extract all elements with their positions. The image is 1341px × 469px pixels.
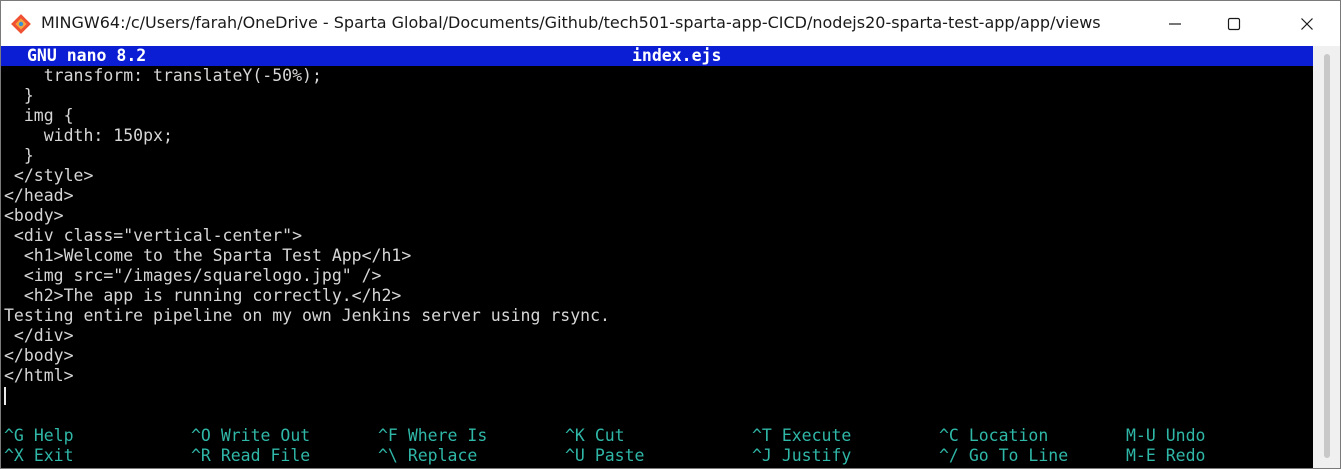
- shortcut-label: Help: [33, 426, 74, 445]
- shortcut-key: M-E: [1126, 446, 1156, 465]
- shortcut-justify[interactable]: ^J Justify: [752, 446, 851, 466]
- editor-line[interactable]: <div class="vertical-center">: [4, 226, 1304, 246]
- editor-line[interactable]: <h1>Welcome to the Sparta Test App</h1>: [4, 246, 1304, 266]
- shortcut-label: Replace: [407, 446, 478, 465]
- shortcut-label: Exit: [33, 446, 74, 465]
- git-bash-icon: [11, 14, 31, 34]
- editor-line[interactable]: transform: translateY(-50%);: [4, 66, 1304, 86]
- shortcut-execute[interactable]: ^T Execute: [752, 426, 851, 446]
- nano-filename: index.ejs: [632, 46, 722, 65]
- shortcut-key: ^R: [191, 446, 211, 465]
- shortcut-key: ^C: [939, 426, 959, 445]
- terminal-area[interactable]: GNU nano 8.2 index.ejs transform: transl…: [1, 46, 1313, 468]
- shortcut-exit[interactable]: ^X Exit: [4, 446, 74, 466]
- vertical-scrollbar[interactable]: [1313, 46, 1340, 468]
- minimize-icon: [1169, 22, 1181, 25]
- shortcut-key: ^K: [565, 426, 585, 445]
- maximize-button[interactable]: [1208, 1, 1260, 46]
- shortcut-label: Redo: [1165, 446, 1206, 465]
- shortcut-replace[interactable]: ^\ Replace: [378, 446, 477, 466]
- shortcut-help[interactable]: ^G Help: [4, 426, 74, 446]
- shortcut-write-out[interactable]: ^O Write Out: [191, 426, 310, 446]
- shortcut-read-file[interactable]: ^R Read File: [191, 446, 310, 466]
- shortcut-key: M-U: [1126, 426, 1156, 445]
- shortcut-key: ^G: [4, 426, 24, 445]
- shortcut-go-to-line[interactable]: ^/ Go To Line: [939, 446, 1068, 466]
- editor-line[interactable]: </html>: [4, 366, 1304, 386]
- editor-line[interactable]: Testing entire pipeline on my own Jenkin…: [4, 306, 1304, 326]
- shortcut-key: ^F: [378, 426, 398, 445]
- close-icon: [1301, 17, 1313, 30]
- editor-line[interactable]: </body>: [4, 346, 1304, 366]
- editor-line[interactable]: img {: [4, 106, 1304, 126]
- close-button[interactable]: [1281, 1, 1333, 46]
- scrollbar-thumb[interactable]: [1324, 54, 1330, 458]
- text-cursor: [4, 387, 6, 405]
- shortcut-label: Read File: [220, 446, 311, 465]
- maximize-icon: [1227, 17, 1241, 30]
- shortcut-key: ^X: [4, 446, 24, 465]
- shortcut-label: Location: [968, 426, 1049, 445]
- editor-line[interactable]: }: [4, 146, 1304, 166]
- window-title: MINGW64:/c/Users/farah/OneDrive - Sparta…: [41, 13, 1101, 32]
- shortcut-cut[interactable]: ^K Cut: [565, 426, 625, 446]
- shortcut-redo[interactable]: M-E Redo: [1126, 446, 1206, 466]
- title-bar[interactable]: MINGW64:/c/Users/farah/OneDrive - Sparta…: [1, 1, 1340, 46]
- shortcut-label: Write Out: [220, 426, 311, 445]
- minimize-button[interactable]: [1149, 1, 1201, 46]
- nano-header-bar: GNU nano 8.2 index.ejs: [1, 46, 1313, 66]
- shortcut-where-is[interactable]: ^F Where Is: [378, 426, 487, 446]
- shortcut-key: ^U: [565, 446, 585, 465]
- shortcut-key: ^T: [752, 426, 772, 445]
- shortcut-label: Execute: [781, 426, 852, 445]
- editor-line[interactable]: <h2>The app is running correctly.</h2>: [4, 286, 1304, 306]
- shortcut-key: ^/: [939, 446, 959, 465]
- shortcut-label: Where Is: [407, 426, 488, 445]
- shortcut-key: ^O: [191, 426, 211, 445]
- editor-line[interactable]: </style>: [4, 166, 1304, 186]
- shortcut-key: ^J: [752, 446, 772, 465]
- shortcut-key: ^\: [378, 446, 398, 465]
- shortcut-label: Cut: [594, 426, 625, 445]
- editor-line[interactable]: </div>: [4, 326, 1304, 346]
- editor-line[interactable]: <img src="/images/squarelogo.jpg" />: [4, 266, 1304, 286]
- editor-line[interactable]: width: 150px;: [4, 126, 1304, 146]
- nano-shortcut-bar: ^G Help ^O Write Out ^F Where Is ^K Cut …: [1, 426, 1313, 466]
- editor-buffer[interactable]: transform: translateY(-50%); } img { wid…: [4, 66, 1304, 386]
- shortcut-label: Paste: [594, 446, 645, 465]
- editor-line[interactable]: }: [4, 86, 1304, 106]
- shortcut-paste[interactable]: ^U Paste: [565, 446, 644, 466]
- nano-version: GNU nano 8.2: [27, 46, 147, 65]
- editor-line[interactable]: <body>: [4, 206, 1304, 226]
- shortcut-label: Undo: [1165, 426, 1206, 445]
- terminal-window: MINGW64:/c/Users/farah/OneDrive - Sparta…: [0, 0, 1341, 469]
- shortcut-undo[interactable]: M-U Undo: [1126, 426, 1206, 446]
- shortcut-location[interactable]: ^C Location: [939, 426, 1048, 446]
- shortcut-label: Go To Line: [968, 446, 1069, 465]
- editor-line[interactable]: </head>: [4, 186, 1304, 206]
- shortcut-label: Justify: [781, 446, 852, 465]
